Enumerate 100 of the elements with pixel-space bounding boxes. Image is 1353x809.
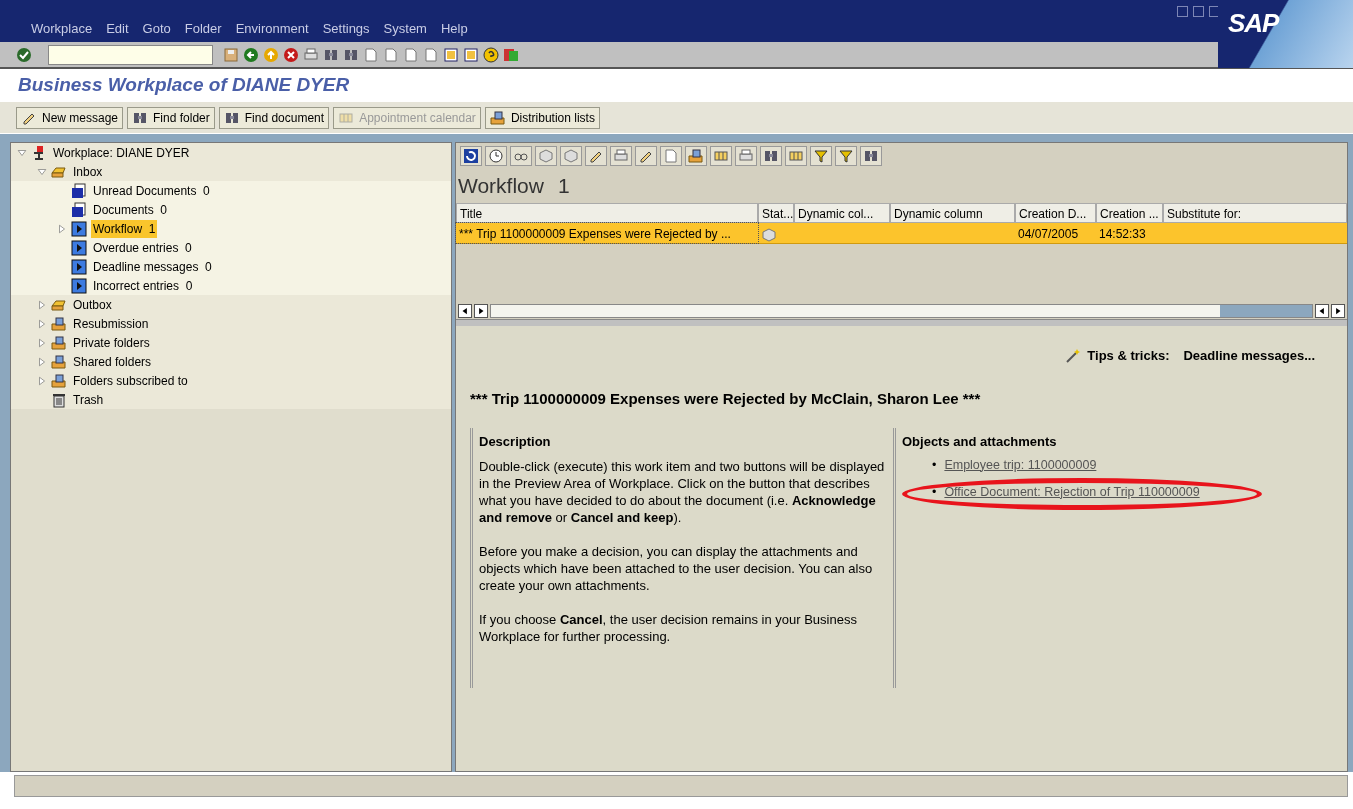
magic-wand-icon [1065, 347, 1082, 364]
toolbar-button[interactable] [485, 146, 507, 166]
table-row[interactable]: *** Trip 1100000009 Expenses were Rejected by ... 04/07/2005 14:52:33 [456, 223, 1347, 244]
page-icon [663, 148, 679, 164]
tree-item[interactable]: Documents 0 [91, 200, 170, 219]
tree-item[interactable]: Resubmission [71, 314, 151, 333]
attachment-link[interactable]: Office Document: Rejection of Trip 110000009 [944, 484, 1200, 500]
toolbar-button[interactable] [635, 146, 657, 166]
section-title: Objects and attachments [902, 433, 1058, 451]
toolbar-button[interactable] [810, 146, 832, 166]
binoculars-icon [763, 148, 779, 164]
toolbar-button[interactable]: Find folder [127, 106, 215, 129]
menu-item[interactable]: Folder [177, 19, 229, 39]
document-icon [71, 201, 87, 218]
column-header[interactable]: Creation D... [1015, 203, 1096, 223]
play-box-icon [71, 239, 87, 256]
paragraph: If you choose Cancel, the user decision remains in your Business Workplace for further processing. [479, 610, 858, 645]
toolbar-button[interactable] [460, 146, 482, 166]
toolbar-button[interactable]: New message [16, 106, 124, 129]
printer-icon [613, 148, 629, 164]
help-icon[interactable] [483, 46, 499, 63]
expand-triangle-icon[interactable] [37, 299, 47, 310]
toolbar-button[interactable] [685, 146, 707, 166]
toolbar-button[interactable] [760, 146, 782, 166]
expand-triangle-icon[interactable] [57, 223, 67, 234]
expand-triangle-icon[interactable] [37, 337, 47, 348]
toolbar-button[interactable] [510, 146, 532, 166]
preview-heading: *** Trip 1100000009 Expenses were Rejected by McClain, Sharon Lee *** [470, 388, 982, 409]
cube-icon [538, 148, 554, 164]
play-box-icon [71, 277, 87, 294]
save-icon[interactable] [223, 46, 239, 63]
checkmark-icon [16, 46, 32, 63]
expand-triangle-icon[interactable] [37, 356, 47, 367]
printer-icon [738, 148, 754, 164]
restore-icon[interactable] [1193, 6, 1204, 17]
tips-label: Tips & tricks: [1087, 347, 1170, 365]
scroll-right-icon[interactable] [1331, 303, 1345, 318]
column-header[interactable]: Stat... [758, 203, 794, 223]
scroll-left-icon[interactable] [458, 303, 472, 318]
column-header[interactable]: Dynamic col... [794, 203, 890, 223]
menu-item[interactable]: Edit [99, 19, 136, 39]
attachment-link[interactable]: Employee trip: 1100000009 [944, 457, 1097, 473]
tree-item[interactable]: Outbox [71, 295, 114, 314]
scrollbar[interactable] [490, 303, 1313, 318]
paragraph: Double-click (execute) this work item and two buttons will be displayed in the Preview Area of Workplace. Click on the button that describes what you have decided to do about the document (i.e. Acknowledge and remove or Cancel and keep). [479, 457, 886, 526]
scroll-left-icon[interactable] [1315, 303, 1329, 318]
toolbar-button[interactable] [835, 146, 857, 166]
right-triangle-icon [1333, 305, 1343, 316]
menu-item[interactable]: System [376, 19, 434, 39]
folder-icon [688, 148, 704, 164]
filter-icon [813, 148, 829, 164]
collapse-triangle-icon[interactable] [17, 147, 27, 158]
folder-icon [51, 315, 67, 332]
cube-icon [761, 226, 777, 243]
tree-item[interactable]: Workflow 1 [91, 219, 158, 238]
column-header[interactable]: Substitute for: [1163, 203, 1347, 223]
folder-icon [51, 334, 67, 351]
folder-icon [51, 372, 67, 389]
expand-triangle-icon[interactable] [37, 318, 47, 329]
table-cell-text: 14:52:33 [1098, 226, 1147, 243]
list-title: Workflow [458, 173, 544, 200]
menu-item[interactable]: Environment [228, 19, 316, 39]
page-icon[interactable] [383, 46, 399, 63]
expand-triangle-icon[interactable] [37, 375, 47, 386]
page-icon[interactable] [403, 46, 419, 63]
command-field[interactable] [48, 44, 213, 65]
play-box-icon [71, 220, 87, 237]
bullet: • [932, 484, 937, 500]
document-icon [71, 182, 87, 199]
right-triangle-icon [476, 305, 486, 316]
play-box-icon [71, 258, 87, 275]
column-header[interactable]: Dynamic column [890, 203, 1015, 223]
cancel-icon[interactable] [283, 46, 299, 63]
menu-item[interactable]: Workplace [24, 19, 100, 39]
toolbar-button[interactable] [860, 146, 882, 166]
tree-item[interactable]: Shared folders [71, 352, 154, 371]
clock-icon [488, 148, 504, 164]
table-icon [713, 148, 729, 164]
menu-item[interactable]: Settings [315, 19, 377, 39]
tips-link[interactable]: Deadline messages... [1183, 346, 1315, 366]
minimize-icon[interactable] [1177, 6, 1188, 17]
toolbar-button[interactable]: Distribution lists [484, 106, 600, 129]
menu-item[interactable]: Goto [135, 19, 178, 39]
toolbar-button[interactable] [585, 146, 607, 166]
collapse-triangle-icon[interactable] [37, 166, 47, 177]
printer-icon[interactable] [303, 46, 319, 63]
window-icon[interactable] [443, 46, 459, 63]
tree-item[interactable]: Trash [71, 390, 106, 409]
column-header[interactable]: Title [456, 203, 758, 223]
page-icon[interactable] [363, 46, 379, 63]
page-icon[interactable] [423, 46, 439, 63]
column-header[interactable]: Creation ... [1096, 203, 1163, 223]
folder-icon [51, 353, 67, 370]
window-icon[interactable] [463, 46, 479, 63]
tree-item[interactable]: Inbox [71, 162, 105, 181]
menu-item[interactable]: Help [433, 19, 475, 39]
toolbar-button[interactable]: Find document [218, 106, 330, 129]
scroll-right-icon[interactable] [474, 303, 488, 318]
table-cell-text: 04/07/2005 [1017, 226, 1080, 243]
tree-item[interactable]: Private folders [71, 333, 152, 352]
